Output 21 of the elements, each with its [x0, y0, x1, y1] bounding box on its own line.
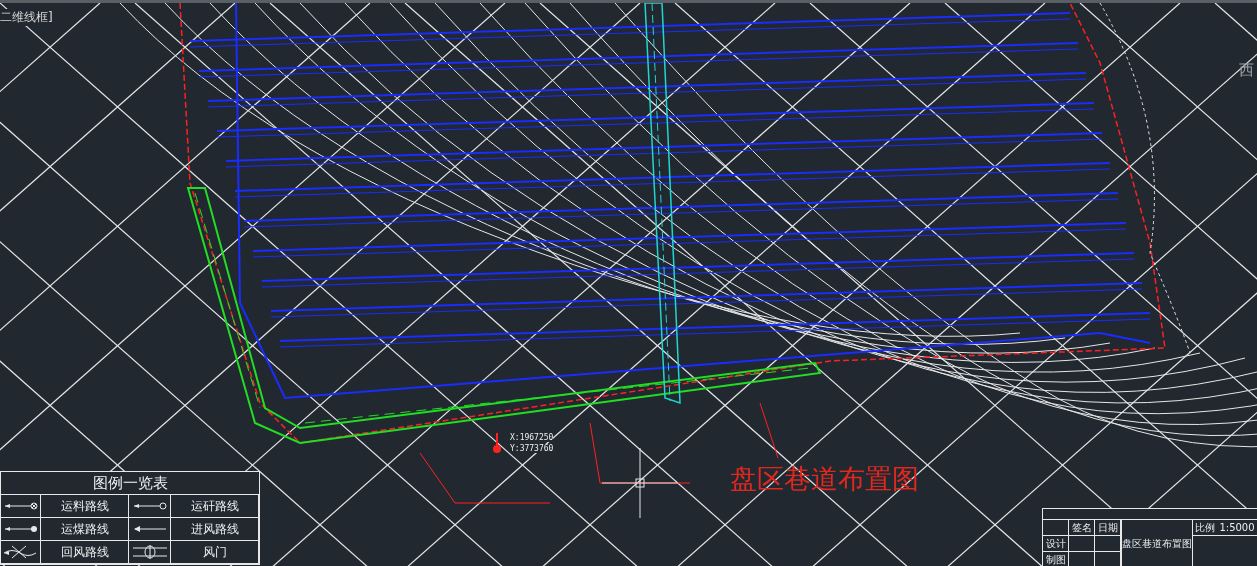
- title-block-role: 设计: [1043, 536, 1069, 552]
- title-block-header: 日期: [1095, 520, 1121, 536]
- title-block-title: 盘区巷道布置图: [1122, 520, 1193, 566]
- legend-label: 运煤路线: [41, 518, 129, 541]
- legend-label: 回风路线: [41, 541, 129, 564]
- legend-label: 进风路线: [171, 518, 259, 541]
- scale-label: 比例: [1193, 520, 1217, 536]
- coordinate-text: Y:3773760: [510, 444, 554, 453]
- title-block-header: 签名: [1069, 520, 1095, 536]
- empty-cell: [1069, 536, 1095, 552]
- title-block-role: 制图: [1043, 552, 1069, 566]
- door-symbol-icon: [130, 544, 169, 560]
- legend-label: 运料路线: [41, 495, 129, 518]
- scale-value: 1:5000: [1217, 520, 1257, 536]
- legend-title: 图例一览表: [1, 472, 259, 495]
- line-with-circle-icon: [131, 501, 168, 511]
- legend-label: 运矸路线: [171, 495, 259, 518]
- coordinate-text: X:1967250: [510, 433, 554, 442]
- viewcube-label[interactable]: 西: [1239, 61, 1254, 80]
- viewport-mode-label[interactable]: 二维线框]: [0, 9, 55, 26]
- legend-label: 风门: [171, 541, 259, 564]
